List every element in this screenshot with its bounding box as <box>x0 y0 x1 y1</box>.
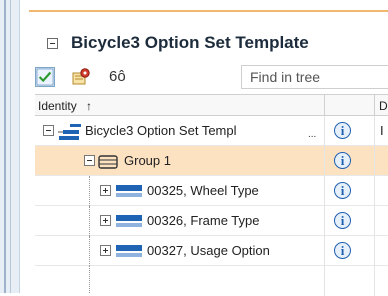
group-icon <box>98 155 118 169</box>
expand-toggle[interactable] <box>100 215 111 226</box>
tree-guide-line <box>89 176 90 206</box>
tree-panel: Bicycle3 Option Set Template 6ô Identity… <box>29 0 388 296</box>
tree-guide-line <box>89 236 90 266</box>
cell-divider <box>374 116 375 146</box>
cell-divider <box>324 146 325 176</box>
glasses-icon[interactable]: 6ô <box>109 67 129 87</box>
row-d-value: I <box>380 123 384 138</box>
cell-divider <box>374 206 375 236</box>
column-divider[interactable] <box>324 95 325 116</box>
column-header-d[interactable]: D <box>379 99 388 113</box>
sort-ascending-icon: ↑ <box>86 99 93 113</box>
cell-divider <box>324 266 325 296</box>
column-header-identity[interactable]: Identity ↑ <box>38 99 92 113</box>
truncation-ellipsis: ... <box>308 129 317 140</box>
expand-toggle[interactable] <box>100 245 111 256</box>
cell-divider <box>374 176 375 206</box>
option-icon <box>116 215 142 227</box>
grid-header: Identity ↑ D <box>35 94 388 116</box>
info-icon[interactable]: i <box>334 242 351 259</box>
configure-icon[interactable] <box>71 67 91 87</box>
panel-accent-line <box>29 10 388 12</box>
cell-divider <box>374 236 375 266</box>
collapse-panel-button[interactable] <box>47 37 58 49</box>
option-icon <box>116 185 142 197</box>
tree-row-label[interactable]: 00326, Frame Type <box>147 213 260 228</box>
find-in-tree-input[interactable] <box>241 65 388 89</box>
info-icon[interactable]: i <box>334 122 351 139</box>
info-icon[interactable]: i <box>334 182 351 199</box>
tree-row-label[interactable]: 00327, Usage Option <box>147 243 270 258</box>
info-icon[interactable]: i <box>334 212 351 229</box>
tree-guide-line <box>89 206 90 236</box>
window-frame-left <box>0 0 20 293</box>
column-divider[interactable] <box>374 95 375 116</box>
tree-row-label[interactable]: 00325, Wheel Type <box>147 183 259 198</box>
tree-guide-line <box>89 266 90 293</box>
check-icon[interactable] <box>35 67 55 87</box>
frame-stripe <box>4 0 6 293</box>
panel-header: Bicycle3 Option Set Template <box>29 30 388 56</box>
option-set-icon <box>58 124 81 140</box>
cell-divider <box>374 266 375 296</box>
cell-divider <box>374 146 375 176</box>
tree-row-group[interactable]: Group 1 i <box>35 146 388 176</box>
cell-divider <box>324 176 325 206</box>
panel-title: Bicycle3 Option Set Template <box>71 33 309 52</box>
tree-row-partial[interactable] <box>35 266 388 296</box>
cell-divider <box>324 116 325 146</box>
option-icon <box>116 245 142 257</box>
tree-row-option[interactable]: 00325, Wheel Type i <box>35 176 388 206</box>
tree-row-option[interactable]: 00327, Usage Option i <box>35 236 388 266</box>
info-icon[interactable]: i <box>334 152 351 169</box>
column-header-identity-label: Identity <box>38 99 77 113</box>
cell-divider <box>324 236 325 266</box>
tree-toolbar: 6ô <box>29 63 388 91</box>
tree-row-label[interactable]: Group 1 <box>124 153 171 168</box>
frame-stripe <box>10 0 11 293</box>
tree-row-label[interactable]: Bicycle3 Option Set Templ <box>85 123 237 138</box>
collapse-toggle[interactable] <box>84 155 95 166</box>
tree-row-option[interactable]: 00326, Frame Type i <box>35 206 388 236</box>
cell-divider <box>324 206 325 236</box>
tree-row-root[interactable]: Bicycle3 Option Set Templ ... i I <box>35 116 388 146</box>
expand-toggle[interactable] <box>100 185 111 196</box>
collapse-toggle[interactable] <box>43 125 54 136</box>
